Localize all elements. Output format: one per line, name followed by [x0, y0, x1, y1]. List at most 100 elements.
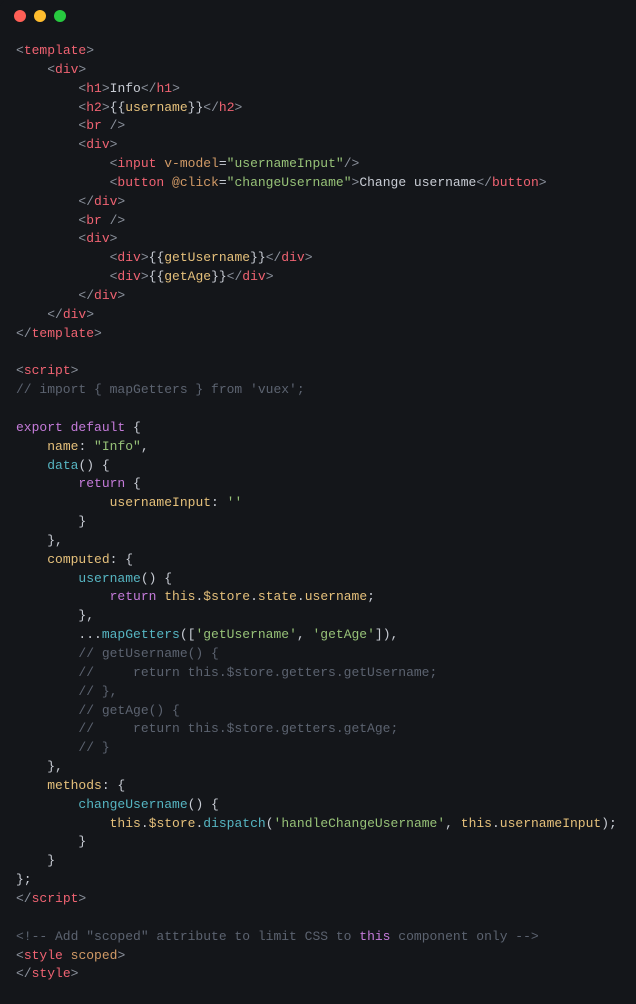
code-token: <	[16, 118, 86, 133]
code-token: >	[141, 250, 149, 265]
code-token: ...	[16, 627, 102, 642]
code-token: },	[16, 533, 63, 548]
code-token: usernameInput	[110, 495, 211, 510]
code-token	[164, 175, 172, 190]
code-token	[16, 816, 110, 831]
code-area[interactable]: <template> <div> <h1>Info</h1> <h2>{{use…	[0, 32, 636, 1004]
code-token: div	[86, 231, 109, 246]
maximize-icon[interactable]	[54, 10, 66, 22]
code-token: div	[117, 250, 140, 265]
code-token: Change username	[359, 175, 476, 190]
code-token: : {	[102, 778, 125, 793]
code-token: }}	[188, 100, 204, 115]
code-token: name	[47, 439, 78, 454]
code-token: >	[266, 269, 274, 284]
code-token: h1	[86, 81, 102, 96]
code-token: button	[117, 175, 164, 190]
code-token: div	[55, 62, 78, 77]
code-token: >	[539, 175, 547, 190]
code-token: >	[78, 62, 86, 77]
code-token	[16, 571, 78, 586]
code-token: div	[63, 307, 86, 322]
code-token: br	[86, 213, 102, 228]
code-token: <	[16, 175, 117, 190]
code-token: </	[16, 966, 32, 981]
code-token: >	[117, 194, 125, 209]
code-token: div	[281, 250, 304, 265]
code-token: >	[110, 137, 118, 152]
code-token: export default	[16, 420, 125, 435]
code-token: v-model	[164, 156, 219, 171]
code-token: {	[125, 420, 141, 435]
code-token: getAge	[164, 269, 211, 284]
code-token: };	[16, 872, 32, 887]
code-token	[16, 552, 47, 567]
code-token: >	[172, 81, 180, 96]
code-token: ]),	[375, 627, 398, 642]
code-token: </	[227, 269, 243, 284]
code-token: style	[24, 948, 63, 963]
minimize-icon[interactable]	[34, 10, 46, 22]
code-token: computed	[47, 552, 109, 567]
code-token: >	[141, 269, 149, 284]
code-token: changeUsername	[78, 797, 187, 812]
code-token: />	[102, 213, 125, 228]
code-token: </	[203, 100, 219, 115]
code-token: </	[141, 81, 157, 96]
code-token: $store	[149, 816, 196, 831]
code-token: component only -->	[390, 929, 538, 944]
code-token: // getUsername() {	[16, 646, 219, 661]
code-token: >	[235, 100, 243, 115]
close-icon[interactable]	[14, 10, 26, 22]
code-token: script	[24, 363, 71, 378]
code-token: />	[344, 156, 360, 171]
code-token: getUsername	[164, 250, 250, 265]
code-token: this	[164, 589, 195, 604]
code-token: return	[110, 589, 157, 604]
code-token: />	[102, 118, 125, 133]
code-token: ,	[141, 439, 149, 454]
code-token: username	[125, 100, 187, 115]
code-token: =	[219, 156, 227, 171]
code-token: </	[16, 326, 32, 341]
code-token: 'getAge'	[312, 627, 374, 642]
code-token: 'getUsername'	[195, 627, 296, 642]
code-token: this	[461, 816, 492, 831]
code-token: {{	[149, 250, 165, 265]
code-token: // import { mapGetters } from 'vuex';	[16, 382, 305, 397]
code-token: ,	[297, 627, 313, 642]
code-token: {{	[110, 100, 126, 115]
code-token	[16, 495, 110, 510]
code-token: () {	[141, 571, 172, 586]
code-token: usernameInput	[500, 816, 601, 831]
code-token: @click	[172, 175, 219, 190]
code-token: },	[16, 608, 94, 623]
code-token: :	[211, 495, 227, 510]
code-token: </	[16, 891, 32, 906]
code-token: // }	[16, 740, 110, 755]
code-token: =	[219, 175, 227, 190]
code-token: >	[78, 891, 86, 906]
code-token: >	[110, 231, 118, 246]
code-token: <	[16, 363, 24, 378]
code-token: {	[125, 476, 141, 491]
code-token: <	[16, 156, 117, 171]
code-token: </	[16, 194, 94, 209]
code-token: // },	[16, 684, 117, 699]
code-token: </	[266, 250, 282, 265]
code-token: return	[78, 476, 125, 491]
code-token: <	[16, 213, 86, 228]
code-token: <	[16, 137, 86, 152]
code-token: <	[16, 43, 24, 58]
code-token: >	[94, 326, 102, 341]
code-token: >	[86, 307, 94, 322]
titlebar	[0, 0, 636, 32]
code-token: >	[71, 966, 79, 981]
code-token: >	[102, 81, 110, 96]
code-token: 'handleChangeUsername'	[274, 816, 446, 831]
code-token: "changeUsername"	[227, 175, 352, 190]
code-token: this	[359, 929, 390, 944]
code-token: template	[32, 326, 94, 341]
code-token: // return this.$store.getters.getAge;	[16, 721, 398, 736]
code-token: </	[16, 307, 63, 322]
